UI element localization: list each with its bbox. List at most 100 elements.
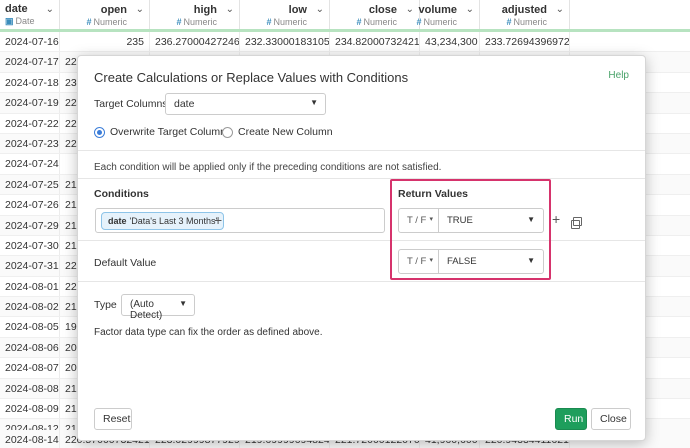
column-type: # Numeric (506, 17, 547, 27)
column-name: adjusted (501, 4, 547, 16)
chevron-down-icon[interactable]: ⌄ (46, 4, 54, 15)
chevron-down-icon[interactable]: ⌄ (226, 4, 234, 15)
column-header-open[interactable]: open # Numeric ⌄ (60, 0, 150, 29)
table-cell-date: 2024-07-26 (0, 195, 60, 215)
run-button[interactable]: Run (555, 408, 587, 430)
table-cell-date: 2024-08-14 (0, 430, 60, 448)
hash-icon: # (176, 17, 182, 27)
table-cell-date: 2024-08-09 (0, 399, 60, 419)
radio-create-new[interactable]: Create New Column (222, 126, 333, 138)
table-cell-date: 2024-07-25 (0, 174, 60, 195)
table-cell-date: 2024-08-06 (0, 337, 60, 358)
hash-icon: # (356, 17, 362, 27)
table-cell-date: 2024-08-08 (0, 378, 60, 399)
column-header-high[interactable]: high # Numeric ⌄ (150, 0, 240, 29)
caret-down-icon: ▼ (310, 98, 318, 107)
column-type: # Numeric (416, 17, 457, 27)
hash-icon: # (506, 17, 512, 27)
table-cell-date: 2024-07-23 (0, 133, 60, 154)
radio-selected-icon (94, 126, 105, 138)
column-type: ▣ Date (5, 16, 54, 27)
table-cell-date: 2024-07-31 (0, 256, 60, 276)
condition-input-box[interactable]: date 'Data's Last 3 Months' + (95, 208, 385, 233)
divider (78, 281, 645, 282)
divider (78, 178, 645, 179)
reset-button[interactable]: Reset (94, 408, 132, 430)
column-header-low[interactable]: low # Numeric ⌄ (240, 0, 330, 29)
table-cell-date: 2024-07-22 (0, 113, 60, 133)
column-type-label: Numeric (273, 17, 307, 27)
condition-chip-column: date (108, 216, 127, 226)
column-header-adjusted[interactable]: adjusted # Numeric ⌄ (480, 0, 570, 29)
chevron-down-icon[interactable]: ⌄ (406, 4, 414, 15)
table-cell-date: 2024-07-16 (0, 32, 60, 52)
hash-icon: # (266, 17, 272, 27)
column-header-close[interactable]: close # Numeric ⌄ (330, 0, 420, 29)
grid-header: date ▣ Date ⌄ open # Numeric ⌄ high # Numeric ⌄ low #… (0, 0, 690, 32)
table-cell-date: 2024-07-18 (0, 72, 60, 93)
table-cell-date: 2024-07-30 (0, 235, 60, 256)
table-cell-date: 2024-08-05 (0, 317, 60, 337)
table-cell-close: 234.820007324219 (330, 32, 420, 52)
target-columns-value: date (174, 98, 195, 110)
type-select[interactable]: (Auto Detect) ▼ (121, 294, 195, 321)
table-cell-date: 2024-07-17 (0, 52, 60, 72)
chevron-down-icon[interactable]: ⌄ (556, 4, 564, 15)
table-cell-low: 232.330001831055 (240, 32, 330, 52)
chevron-down-icon[interactable]: ⌄ (136, 4, 144, 15)
radio-create-new-label: Create New Column (238, 126, 333, 138)
column-header-date[interactable]: date ▣ Date ⌄ (0, 0, 60, 29)
column-name: close (368, 4, 397, 16)
table-cell-open: 235 (60, 32, 150, 52)
column-type: # Numeric (266, 17, 307, 27)
table-cell-date: 2024-08-07 (0, 358, 60, 378)
chevron-down-icon[interactable]: ⌄ (316, 4, 324, 15)
copy-icon[interactable] (571, 217, 582, 229)
radio-overwrite[interactable]: Overwrite Target Columns (94, 126, 231, 138)
table-cell-date: 2024-07-24 (0, 154, 60, 174)
column-name: high (193, 4, 217, 16)
table-row: 2024-07-16 235 236.270004272461 232.3300018… (0, 32, 690, 53)
column-type-label: Numeric (363, 17, 397, 27)
conditions-label: Conditions (94, 188, 149, 200)
calendar-icon: ▣ (5, 16, 14, 26)
column-header-volume[interactable]: volume # Numeric ⌄ (416, 0, 480, 29)
column-type-label: Numeric (423, 17, 457, 27)
column-name: low (288, 4, 307, 16)
column-type: # Numeric (86, 17, 127, 27)
radio-unselected-icon (222, 126, 233, 138)
table-cell-date: 2024-07-29 (0, 215, 60, 235)
default-value-label: Default Value (94, 257, 157, 269)
column-name: date (5, 3, 28, 15)
column-name: open (100, 4, 127, 16)
help-link[interactable]: Help (608, 70, 629, 81)
type-label: Type (94, 299, 117, 311)
table-cell-adjusted: 233.726943969727 (480, 32, 570, 52)
add-row-plus-icon[interactable]: + (552, 211, 560, 227)
column-type-label: Date (15, 16, 35, 26)
target-columns-select[interactable]: date ▼ (165, 93, 326, 115)
add-condition-plus-icon[interactable]: + (214, 212, 222, 228)
column-type-label: Numeric (93, 17, 127, 27)
conditions-dialog: Create Calculations or Replace Values wi… (77, 55, 646, 441)
caret-down-icon: ▼ (179, 299, 187, 308)
divider (78, 150, 645, 151)
table-cell-date: 2024-07-19 (0, 93, 60, 113)
condition-chip-text: 'Data's Last 3 Months' (129, 216, 218, 226)
dialog-title: Create Calculations or Replace Values wi… (94, 70, 409, 85)
close-button[interactable]: Close (591, 408, 631, 430)
hash-icon: # (416, 17, 422, 27)
table-cell-volume: 43,234,300 (420, 32, 480, 52)
hash-icon: # (86, 17, 92, 27)
factor-note: Factor data type can fix the order as de… (94, 327, 323, 338)
type-value: (Auto Detect) (130, 299, 163, 321)
table-cell-date: 2024-08-01 (0, 276, 60, 297)
condition-chip[interactable]: date 'Data's Last 3 Months' (101, 212, 225, 230)
chevron-down-icon[interactable]: ⌄ (466, 4, 474, 15)
column-name: volume (418, 4, 457, 16)
divider (78, 240, 645, 241)
return-values-highlight (390, 179, 551, 280)
conditions-note: Each condition will be applied only if t… (94, 162, 442, 173)
column-type: # Numeric (176, 17, 217, 27)
table-cell-high: 236.270004272461 (150, 32, 240, 52)
